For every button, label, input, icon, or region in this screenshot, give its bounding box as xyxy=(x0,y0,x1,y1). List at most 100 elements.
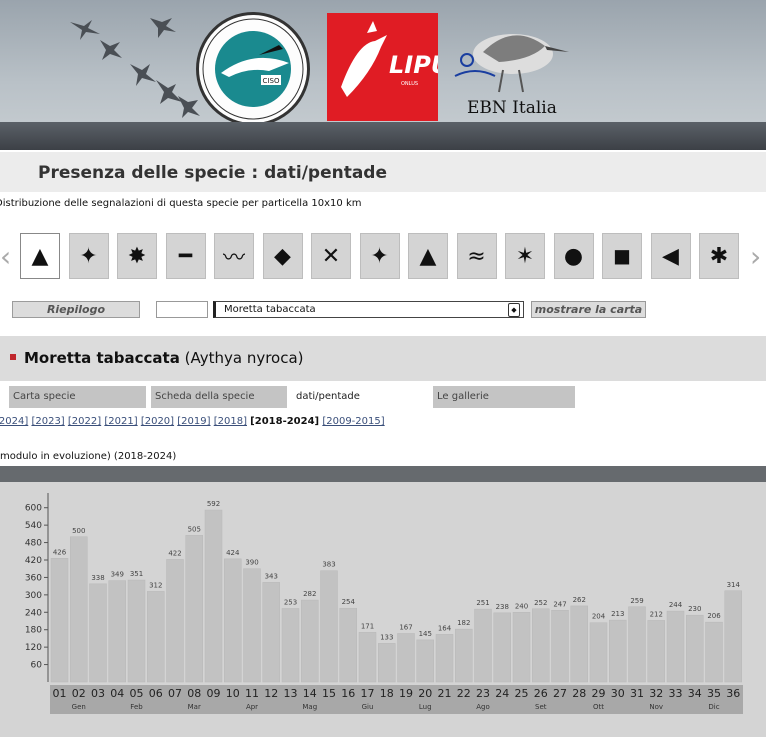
x-tick-label: 12 xyxy=(264,687,278,700)
bar-value-label: 167 xyxy=(399,623,412,631)
scroll-left-arrow[interactable]: ‹ xyxy=(0,236,14,278)
y-tick-label: 240 xyxy=(25,608,42,618)
svg-text:CISO: CISO xyxy=(263,77,280,85)
bar xyxy=(397,633,415,683)
x-tick-label: 05 xyxy=(130,687,144,700)
bar-value-label: 230 xyxy=(688,605,701,613)
bar xyxy=(532,608,550,683)
month-label: Set xyxy=(535,703,547,711)
y-tick-label: 300 xyxy=(25,591,42,601)
bar xyxy=(686,614,704,683)
bar xyxy=(416,639,434,683)
x-tick-label: 30 xyxy=(611,687,625,700)
butterfly-icon[interactable]: ✦ xyxy=(359,233,400,279)
bar xyxy=(50,558,69,683)
bar-value-label: 253 xyxy=(284,599,297,607)
x-tick-label: 29 xyxy=(592,687,606,700)
mammal-icon[interactable]: ✸ xyxy=(117,233,157,279)
grasshopper-icon[interactable]: ✶ xyxy=(505,233,545,279)
chart-header-strip xyxy=(0,466,766,482)
mammal-icon-glyph: ✸ xyxy=(127,243,147,269)
amphibian-icon[interactable]: ◆ xyxy=(262,233,303,279)
bar-value-label: 252 xyxy=(534,599,547,607)
bar-value-label: 592 xyxy=(207,500,220,508)
tab-scheda-specie[interactable]: Scheda della specie xyxy=(151,386,287,408)
bar-value-label: 500 xyxy=(72,527,85,535)
x-tick-label: 36 xyxy=(726,687,740,700)
ant-icon[interactable]: ≈ xyxy=(456,233,497,279)
ebn-logo-text: EBN Italia xyxy=(467,98,557,118)
fish-icon-glyph: ◀ xyxy=(662,243,679,269)
x-tick-label: 27 xyxy=(553,687,567,700)
summary-button[interactable]: Riepilogo xyxy=(12,301,140,318)
tab-carta-specie[interactable]: Carta specie xyxy=(9,386,146,408)
x-tick-label: 21 xyxy=(438,687,452,700)
y-tick-label: 600 xyxy=(25,504,42,514)
bar-value-label: 244 xyxy=(669,601,683,609)
filter-input[interactable] xyxy=(156,301,208,318)
year-links: [2024] [2023] [2022] [2021] [2020] [2019… xyxy=(0,416,385,427)
tab-dati-pentade[interactable]: dati/pentade xyxy=(292,386,432,408)
x-tick-label: 24 xyxy=(495,687,509,700)
bird-icon[interactable]: ▲ xyxy=(20,233,60,279)
reptile-icon[interactable]: ━ xyxy=(165,233,206,279)
bar xyxy=(474,608,492,683)
x-tick-label: 22 xyxy=(457,687,471,700)
year-link-2020[interactable]: [2020] xyxy=(141,416,174,427)
bar-value-label: 390 xyxy=(245,559,258,567)
show-map-button[interactable]: mostrare la carta xyxy=(531,301,646,318)
bar xyxy=(666,610,685,683)
tab-gallerie[interactable]: Le gallerie xyxy=(433,386,575,408)
x-tick-label: 19 xyxy=(399,687,413,700)
lipu-logo[interactable]: LIPU ONLUS xyxy=(327,13,450,121)
scroll-right-arrow[interactable]: › xyxy=(750,236,764,278)
bar-value-label: 282 xyxy=(303,590,316,598)
beetle-icon[interactable]: ◼ xyxy=(602,233,642,279)
bar-value-label: 505 xyxy=(188,525,201,533)
bird-icon-glyph: ▲ xyxy=(31,243,49,269)
year-link-2019[interactable]: [2019] xyxy=(177,416,210,427)
x-tick-label: 35 xyxy=(707,687,721,700)
bar xyxy=(339,607,357,683)
lizard-icon[interactable]: 〰 xyxy=(214,233,254,279)
bar xyxy=(185,535,203,683)
amphibian-icon-glyph: ◆ xyxy=(274,243,291,269)
bar-value-label: 145 xyxy=(419,630,432,638)
bar-value-label: 171 xyxy=(361,622,374,630)
moth-icon[interactable]: ▲ xyxy=(408,233,448,279)
x-tick-label: 15 xyxy=(322,687,336,700)
x-tick-label: 32 xyxy=(649,687,663,700)
fish-icon[interactable]: ◀ xyxy=(650,233,691,279)
bar-value-label: 259 xyxy=(630,597,643,605)
bar-value-label: 212 xyxy=(650,610,663,618)
year-link-2024[interactable]: [2024] xyxy=(0,416,28,427)
bar-value-label: 422 xyxy=(168,549,181,557)
bar-value-label: 314 xyxy=(727,581,741,589)
crustacean-icon[interactable]: ✱ xyxy=(699,233,739,279)
ciso-logo[interactable]: CISO xyxy=(196,12,310,126)
year-link-2009-2015[interactable]: [2009-2015] xyxy=(322,416,384,427)
year-link-2018[interactable]: [2018] xyxy=(214,416,247,427)
month-label: Apr xyxy=(246,703,258,711)
y-tick-label: 120 xyxy=(25,643,42,653)
month-label: Mag xyxy=(302,703,317,711)
bar xyxy=(455,628,473,683)
y-tick-label: 480 xyxy=(25,539,42,549)
bar xyxy=(166,559,184,683)
mosquito-icon[interactable]: ✕ xyxy=(311,233,351,279)
y-tick-label: 60 xyxy=(31,661,43,671)
dragonfly-icon[interactable]: ✦ xyxy=(68,233,109,279)
year-link-2021[interactable]: [2021] xyxy=(104,416,137,427)
bar xyxy=(108,580,126,683)
year-link-2022[interactable]: [2022] xyxy=(68,416,101,427)
species-select[interactable]: Moretta tabaccata ◆ xyxy=(213,301,524,318)
year-link-2023[interactable]: [2023] xyxy=(31,416,64,427)
bar xyxy=(628,606,646,683)
bug-icon[interactable]: ● xyxy=(553,233,594,279)
bar xyxy=(243,568,261,683)
banner-strip xyxy=(0,122,766,150)
month-label: Mar xyxy=(188,703,201,711)
bar-value-label: 133 xyxy=(380,633,393,641)
bar xyxy=(551,610,569,683)
bar xyxy=(89,583,107,683)
